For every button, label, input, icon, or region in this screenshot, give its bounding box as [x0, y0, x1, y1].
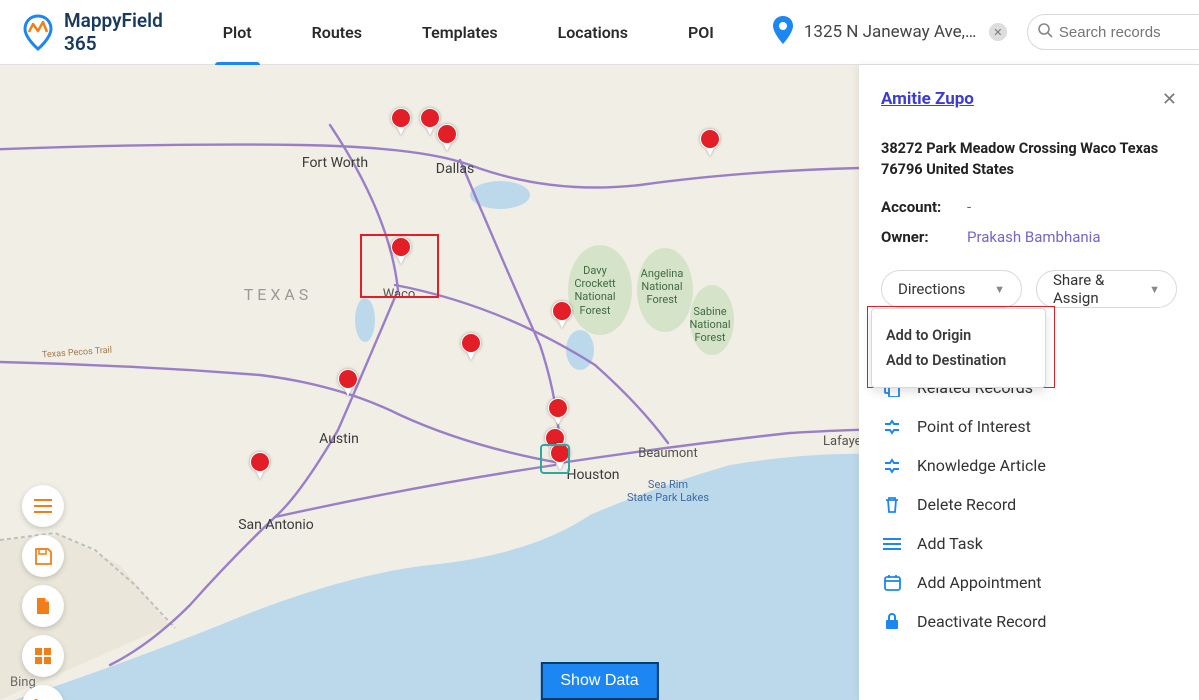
- action-label: Add Appointment: [917, 573, 1042, 592]
- record-actions: Related Records Point of Interest Knowle…: [881, 368, 1177, 641]
- city-label: Houston: [566, 467, 619, 483]
- map-pin[interactable]: [461, 333, 481, 361]
- nav-plot[interactable]: Plot: [193, 0, 282, 65]
- calendar-icon: [881, 574, 903, 591]
- map-pin[interactable]: [548, 398, 568, 426]
- clear-location-icon[interactable]: ✕: [989, 23, 1007, 41]
- forest-label: DavyCrockettNationalForest: [574, 264, 615, 317]
- close-panel-icon[interactable]: ✕: [1162, 89, 1177, 110]
- directions-dropdown[interactable]: Directions ▼: [881, 270, 1022, 308]
- map-pin[interactable]: [338, 369, 358, 397]
- brand-name: MappyField 365: [64, 9, 163, 55]
- task-icon: [881, 537, 903, 551]
- owner-value[interactable]: Prakash Bambhania: [967, 228, 1101, 246]
- nav-routes[interactable]: Routes: [282, 0, 392, 65]
- forest-label: Sea RimState Park Lakes: [627, 478, 709, 504]
- action-label: Add Task: [917, 534, 983, 553]
- record-panel: Amitie Zupo ✕ 38272 Park Meadow Crossing…: [859, 65, 1199, 700]
- add-to-destination[interactable]: Add to Destination: [886, 348, 1031, 373]
- state-label: TEXAS: [244, 285, 313, 304]
- city-label: San Antonio: [238, 517, 314, 533]
- city-label: Fort Worth: [302, 155, 368, 171]
- tool-file-icon[interactable]: [22, 585, 64, 627]
- map-pin[interactable]: [700, 129, 720, 157]
- action-label: Knowledge Article: [917, 456, 1046, 475]
- add-to-origin[interactable]: Add to Origin: [886, 323, 1031, 348]
- map-pin[interactable]: [437, 124, 457, 152]
- owner-label: Owner:: [881, 228, 953, 246]
- location-pin-icon: [772, 16, 794, 48]
- search-records[interactable]: ✕: [1027, 14, 1199, 50]
- city-label: Dallas: [436, 161, 474, 177]
- main-nav: Plot Routes Templates Locations POI: [193, 0, 744, 65]
- forest-label: SabineNationalForest: [689, 305, 730, 345]
- chevron-down-icon: ▼: [994, 283, 1005, 296]
- nav-locations[interactable]: Locations: [528, 0, 658, 65]
- brand-logo[interactable]: MappyField 365: [18, 9, 163, 55]
- action-delete-record[interactable]: Delete Record: [881, 485, 1177, 524]
- action-add-task[interactable]: Add Task: [881, 524, 1177, 563]
- action-knowledge-article[interactable]: Knowledge Article: [881, 446, 1177, 485]
- logo-icon: [18, 12, 58, 52]
- city-label: Austin: [319, 431, 359, 447]
- chevron-down-icon: ▼: [1149, 283, 1160, 296]
- account-value: -: [967, 198, 971, 216]
- nav-templates[interactable]: Templates: [392, 0, 528, 65]
- tool-list-icon[interactable]: [22, 485, 64, 527]
- app-header: MappyField 365 Plot Routes Templates Loc…: [0, 0, 1199, 65]
- lock-icon: [881, 613, 903, 630]
- account-label: Account:: [881, 198, 953, 216]
- tool-listdetail-icon[interactable]: [22, 685, 64, 700]
- share-assign-dropdown[interactable]: Share & Assign ▼: [1036, 270, 1177, 308]
- location-text: 1325 N Janeway Ave, …: [804, 22, 979, 42]
- search-icon: [1038, 23, 1053, 42]
- map-tool-column: [22, 485, 64, 700]
- houston-highlight: [540, 444, 570, 474]
- record-address: 38272 Park Meadow Crossing Waco Texas 76…: [881, 138, 1177, 180]
- map-pin[interactable]: [250, 452, 270, 480]
- action-label: Delete Record: [917, 495, 1016, 514]
- record-title-link[interactable]: Amitie Zupo: [881, 89, 974, 109]
- tool-grid-icon[interactable]: [22, 635, 64, 677]
- trash-icon: [881, 496, 903, 514]
- forest-label: AngelinaNationalForest: [641, 267, 684, 307]
- share-label: Share & Assign: [1053, 271, 1149, 307]
- city-label: Beaumont: [638, 446, 697, 461]
- directions-label: Directions: [898, 280, 965, 298]
- waco-highlight-rect: [360, 234, 439, 298]
- action-label: Point of Interest: [917, 417, 1031, 436]
- map-pin[interactable]: [552, 301, 572, 329]
- show-data-button[interactable]: Show Data: [540, 662, 658, 700]
- current-location[interactable]: 1325 N Janeway Ave, … ✕: [772, 16, 1007, 48]
- nav-poi[interactable]: POI: [658, 0, 744, 65]
- knowledge-icon: [881, 457, 903, 475]
- map-pin[interactable]: [391, 108, 411, 136]
- action-add-appointment[interactable]: Add Appointment: [881, 563, 1177, 602]
- action-point-of-interest[interactable]: Point of Interest: [881, 407, 1177, 446]
- action-label: Deactivate Record: [917, 612, 1046, 631]
- poi-icon: [881, 418, 903, 436]
- directions-menu: Add to Origin Add to Destination: [871, 308, 1046, 388]
- tool-save-icon[interactable]: [22, 535, 64, 577]
- search-input[interactable]: [1059, 24, 1199, 41]
- action-deactivate-record[interactable]: Deactivate Record: [881, 602, 1177, 641]
- main-area: TEXAS Texas Pecos Trail Fort WorthDallas…: [0, 65, 1199, 700]
